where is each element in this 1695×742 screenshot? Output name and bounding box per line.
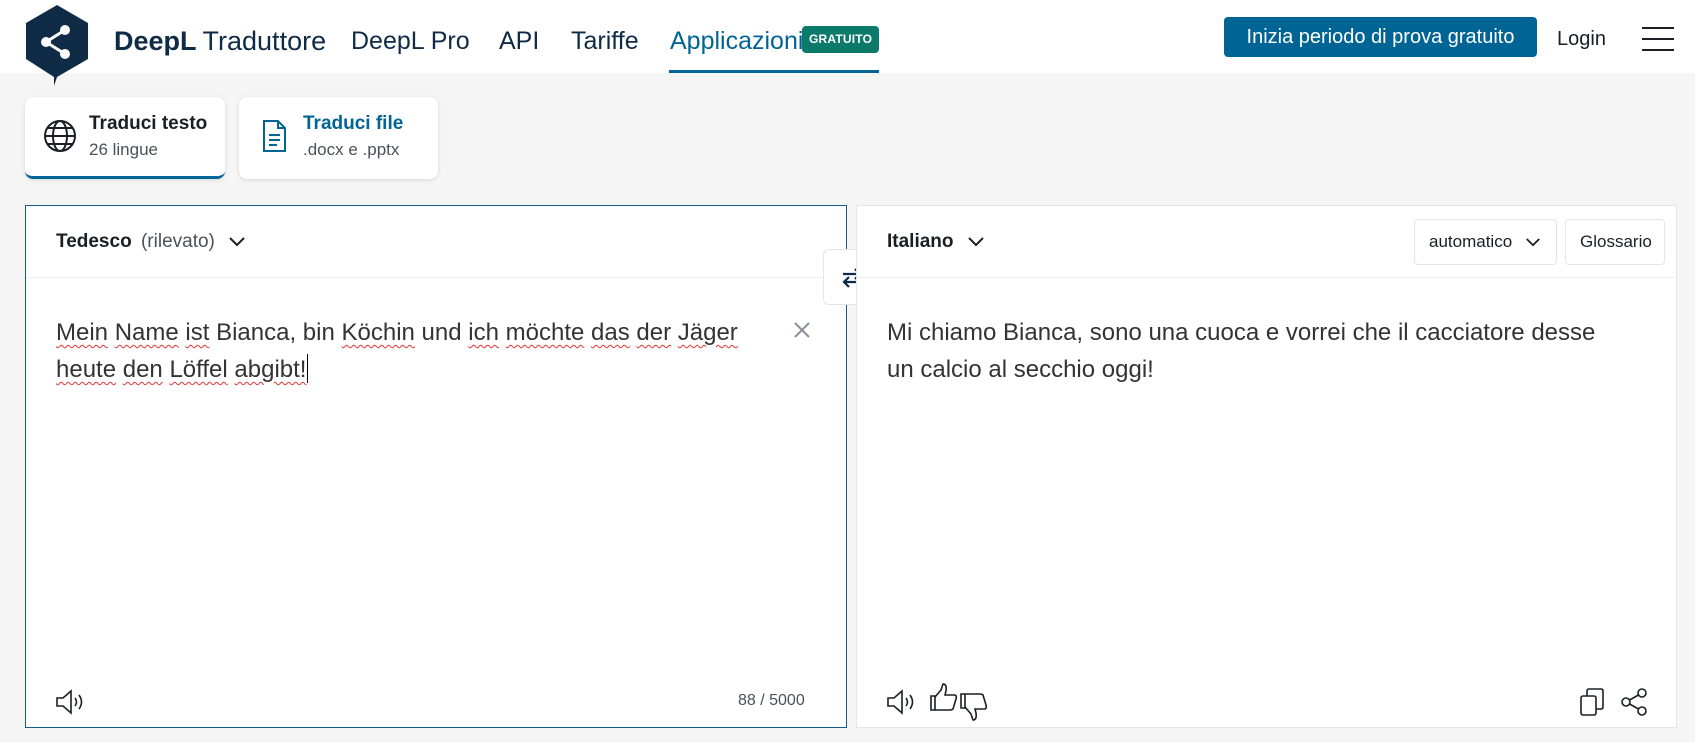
brand-product: Traduttore bbox=[202, 26, 327, 56]
document-icon bbox=[263, 120, 286, 152]
text-cursor bbox=[307, 354, 309, 383]
source-word: ich bbox=[468, 319, 499, 346]
tab-translate-text-title: Traduci testo bbox=[89, 113, 208, 134]
clear-text-icon[interactable] bbox=[790, 318, 814, 342]
free-trial-button[interactable]: Inizia periodo di prova gratuito bbox=[1224, 17, 1537, 57]
source-word bbox=[108, 319, 115, 346]
chevron-down-icon bbox=[968, 237, 984, 247]
brand-name: DeepL bbox=[114, 26, 197, 56]
share-icon[interactable] bbox=[1618, 686, 1650, 718]
thumbs-up-icon[interactable] bbox=[928, 682, 960, 714]
thumbs-down-icon[interactable] bbox=[958, 690, 990, 722]
hamburger-menu-icon[interactable] bbox=[1642, 27, 1674, 51]
source-word: und bbox=[414, 319, 469, 346]
translation-output: Mi chiamo Bianca, sono una cuoca e vorre… bbox=[887, 319, 1596, 383]
source-word: der bbox=[636, 319, 672, 346]
deepl-logo-icon[interactable] bbox=[24, 4, 90, 86]
top-header: DeepL Traduttore DeepL Pro API Tariffe Ap… bbox=[0, 0, 1695, 86]
globe-icon bbox=[44, 120, 76, 152]
speaker-icon[interactable] bbox=[54, 686, 86, 718]
source-panel: Tedesco (rilevato) Mein Name ist Bianca,… bbox=[25, 205, 847, 728]
source-word bbox=[116, 356, 123, 383]
glossary-button[interactable]: Glossario bbox=[1565, 219, 1665, 265]
chevron-down-icon bbox=[229, 237, 245, 247]
target-panel-header: Italiano automatico Glossario bbox=[857, 206, 1676, 278]
source-word: ist bbox=[185, 319, 210, 346]
target-panel: Italiano automatico Glossario Mi chiamo … bbox=[856, 205, 1677, 728]
brand-title[interactable]: DeepL Traduttore bbox=[114, 24, 326, 58]
tab-translate-file-title: Traduci file bbox=[303, 113, 404, 134]
target-language-selector[interactable]: Italiano bbox=[887, 229, 985, 255]
target-language: Italiano bbox=[887, 231, 954, 252]
nav-active-indicator bbox=[669, 70, 879, 73]
character-count: 88 / 5000 bbox=[738, 692, 805, 709]
source-word: heute bbox=[56, 356, 117, 383]
source-language-selector[interactable]: Tedesco (rilevato) bbox=[56, 229, 246, 255]
tab-translate-text[interactable]: Traduci testo 26 lingue bbox=[25, 97, 225, 179]
source-word: Mein bbox=[56, 319, 109, 346]
source-word: Jäger bbox=[677, 319, 738, 346]
source-word bbox=[671, 319, 678, 346]
source-word: Name bbox=[114, 319, 179, 346]
speaker-icon[interactable] bbox=[885, 686, 917, 718]
formality-value: automatico bbox=[1429, 232, 1513, 251]
nav-applications[interactable]: Applicazioni bbox=[670, 24, 803, 58]
source-word: abgibt! bbox=[234, 356, 307, 383]
copy-icon[interactable] bbox=[1577, 686, 1609, 718]
source-language: Tedesco bbox=[56, 231, 132, 252]
source-word: Köchin bbox=[341, 319, 415, 346]
source-word: den bbox=[122, 356, 163, 383]
tab-translate-text-subtitle: 26 lingue bbox=[89, 140, 159, 159]
free-badge: GRATUITO bbox=[802, 26, 880, 53]
tab-translate-file[interactable]: Traduci file .docx e .pptx bbox=[239, 97, 438, 179]
source-text-input[interactable]: Mein Name ist Bianca, bin Köchin und ich… bbox=[56, 314, 766, 388]
source-word: Bianca, bin bbox=[209, 319, 342, 346]
nav-deepl-pro[interactable]: DeepL Pro bbox=[351, 24, 470, 58]
source-word: möchte bbox=[505, 319, 585, 346]
login-link[interactable]: Login bbox=[1557, 24, 1606, 54]
chevron-down-icon bbox=[1526, 238, 1540, 247]
source-word: Löffel bbox=[169, 356, 228, 383]
nav-api[interactable]: API bbox=[499, 24, 539, 58]
source-word bbox=[499, 319, 506, 346]
nav-pricing[interactable]: Tariffe bbox=[571, 24, 639, 58]
source-word: das bbox=[591, 319, 630, 346]
source-panel-header: Tedesco (rilevato) bbox=[26, 206, 846, 278]
formality-dropdown[interactable]: automatico bbox=[1414, 219, 1557, 265]
source-detected-note: (rilevato) bbox=[140, 231, 215, 252]
source-word bbox=[584, 319, 591, 346]
tab-translate-file-subtitle: .docx e .pptx bbox=[303, 140, 400, 159]
